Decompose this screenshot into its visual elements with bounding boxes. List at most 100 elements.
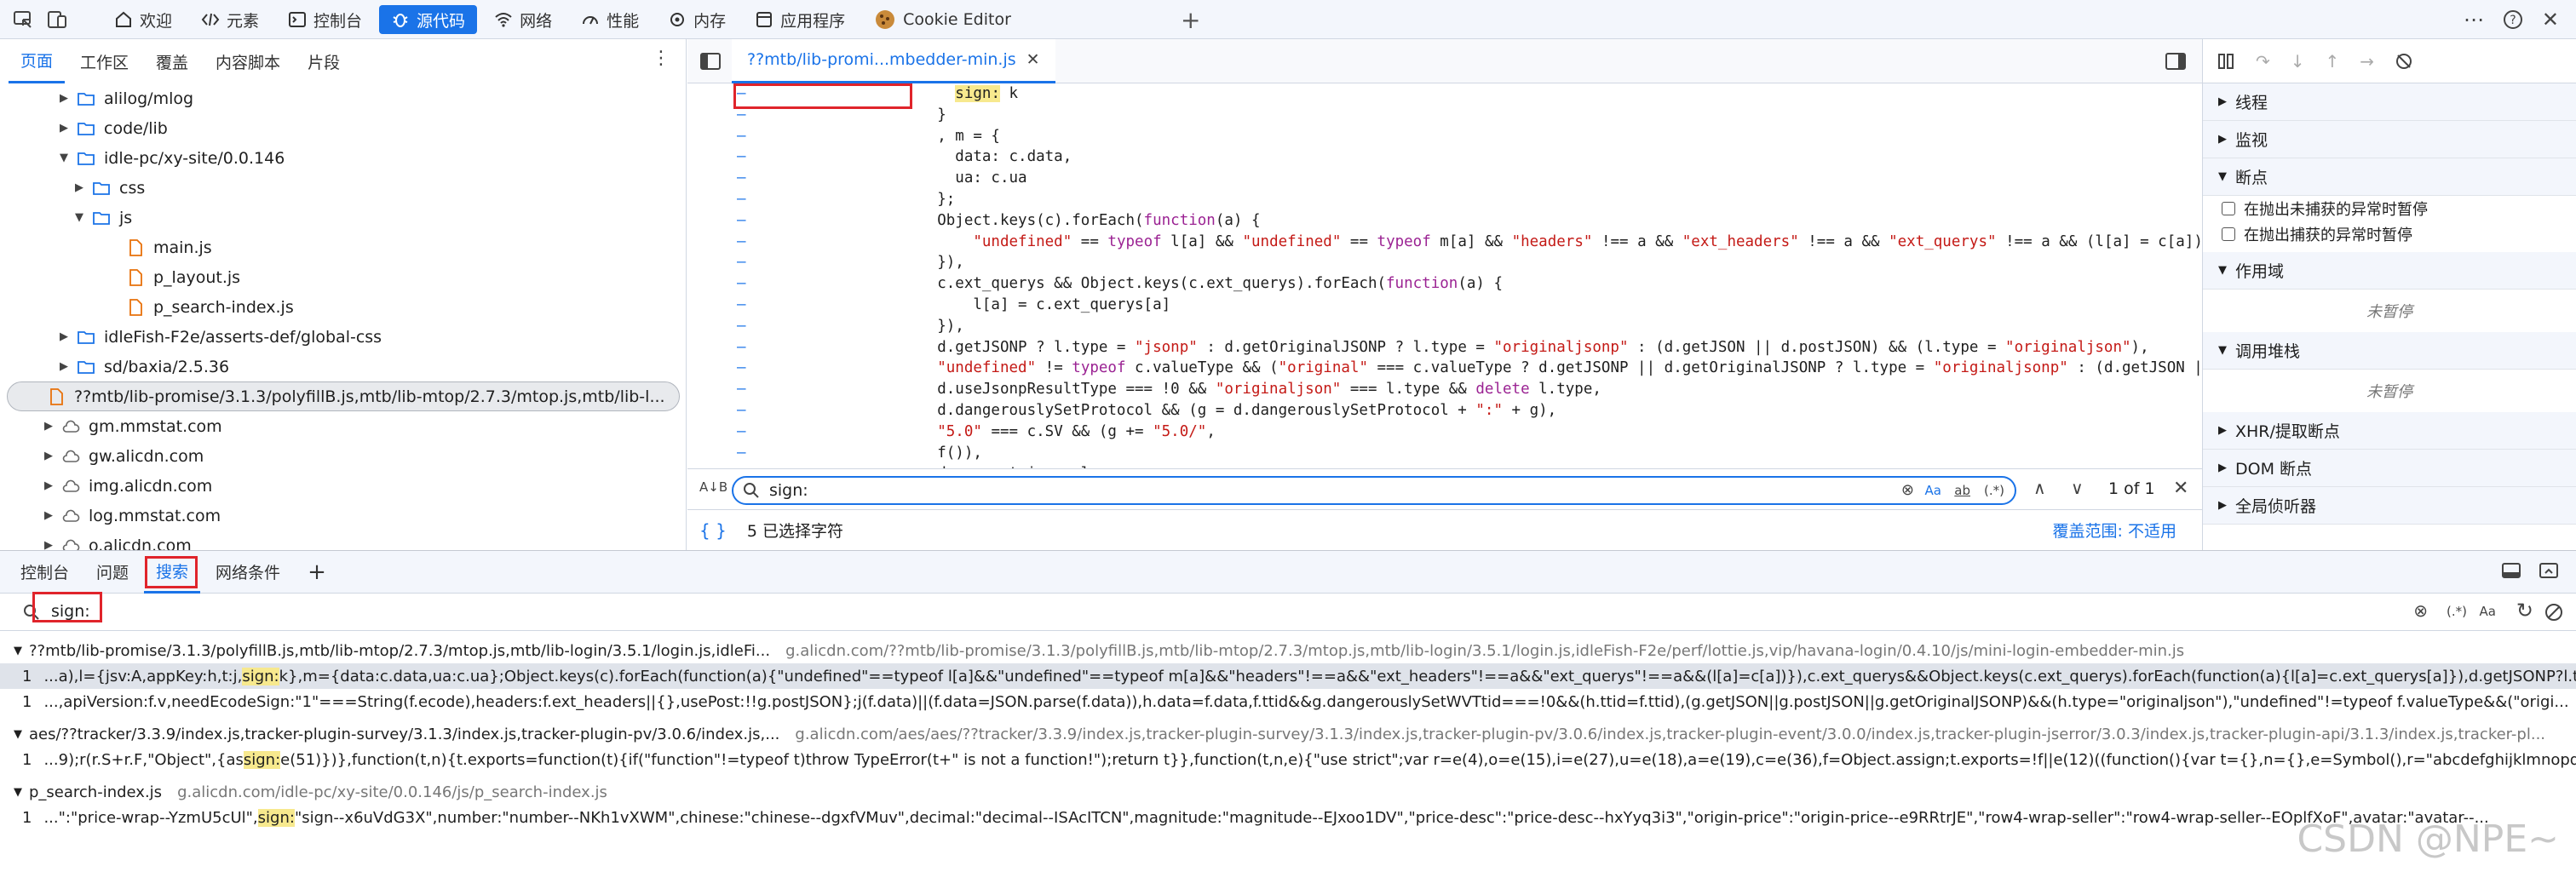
whole-word-toggle[interactable]: ab	[1954, 483, 1970, 498]
navigator-tab[interactable]: 覆盖	[144, 39, 200, 83]
pause-uncaught-row[interactable]: 在抛出未捕获的异常时暂停	[2203, 196, 2576, 221]
tree-item[interactable]: p_layout.js	[7, 262, 680, 292]
chevron-right-icon[interactable]: ▶	[56, 360, 72, 373]
match-case-toggle[interactable]: Aa	[1925, 483, 1941, 498]
close-icon[interactable]: ✕	[2542, 8, 2559, 32]
tab-code-tag[interactable]: 元素	[189, 0, 271, 39]
result-line[interactable]: 1 ...":"price-wrap--YzmU5cUl", sign: "sign-…	[0, 805, 2576, 830]
refresh-icon[interactable]: ↻	[2516, 599, 2533, 622]
help-icon[interactable]: ?	[2503, 9, 2523, 30]
navigator-tab[interactable]: 片段	[296, 39, 352, 83]
close-drawer-icon[interactable]	[2539, 561, 2559, 580]
coverage-status[interactable]: 覆盖范围: 不适用	[2053, 519, 2176, 542]
toggle-debugger-icon[interactable]	[2165, 52, 2187, 71]
result-file-header[interactable]: ▼ aes/??tracker/3.3.9/index.js,tracker-pl…	[0, 721, 2576, 747]
code-view[interactable]: – sign: k – } – , m = {– data: c.data, – ua…	[687, 83, 2202, 509]
callstack-section[interactable]: ▼ 调用堆栈	[2203, 332, 2576, 370]
file-tab-close-icon[interactable]: ✕	[1026, 50, 1040, 69]
navigator-tab[interactable]: 页面	[9, 39, 66, 83]
result-line[interactable]: 1 ...,apiVersion:f.v,needEcodeSign:"1"===…	[0, 689, 2576, 714]
global-listeners-section[interactable]: ▶ 全局侦听器	[2203, 487, 2576, 525]
find-query[interactable]: sign:	[769, 481, 808, 500]
tree-item[interactable]: main.js	[7, 232, 680, 262]
drawer-tab[interactable]: 控制台	[9, 551, 81, 594]
chevron-right-icon[interactable]: ▶	[56, 92, 72, 105]
tree-item[interactable]: ▶ css	[7, 173, 680, 203]
navigator-tab[interactable]: 内容脚本	[204, 39, 292, 83]
find-next-icon[interactable]: ∨	[2071, 478, 2084, 498]
tree-item[interactable]: ▶ log.mmstat.com	[7, 501, 680, 531]
replace-toggle-icon[interactable]: A↓B	[699, 479, 727, 495]
tree-item[interactable]: ▶ gm.mmstat.com	[7, 411, 680, 441]
result-line[interactable]: 1 ...9);r(r.S+r.F,"Object",{as sign: e(51)}…	[0, 747, 2576, 772]
dom-breakpoints-section[interactable]: ▶ DOM 断点	[2203, 450, 2576, 487]
tab-memory[interactable]: 内存	[656, 0, 738, 39]
debugger-section[interactable]: ▶ 监视	[2203, 121, 2576, 158]
chevron-right-icon[interactable]: ▶	[41, 479, 56, 492]
tab-console[interactable]: 控制台	[276, 0, 374, 39]
file-tab[interactable]: ??mtb/lib-promi...mbedder-min.js ✕	[732, 39, 1055, 83]
drawer-tab[interactable]: 问题	[84, 551, 141, 594]
step-out-icon[interactable]: ↑	[2326, 51, 2340, 72]
clear-results-icon[interactable]	[2544, 602, 2564, 622]
pause-icon[interactable]	[2217, 52, 2235, 71]
tab-gauge[interactable]: 性能	[569, 0, 651, 39]
tree-item[interactable]: ▼ js	[7, 203, 680, 232]
tree-item[interactable]: ▶ img.alicdn.com	[7, 471, 680, 501]
navigator-more-icon[interactable]: ⋮	[652, 48, 670, 69]
tree-item[interactable]: ▶ idleFish-F2e/asserts-def/global-css	[7, 322, 680, 352]
result-file-header[interactable]: ▼ p_search-index.js g.alicdn.com/idle-pc/x…	[0, 779, 2576, 805]
dock-icon[interactable]	[2501, 561, 2521, 580]
navigator-tab[interactable]: 工作区	[68, 39, 141, 83]
deactivate-breakpoints-icon[interactable]	[2395, 52, 2413, 71]
tab-home[interactable]: 欢迎	[102, 0, 184, 39]
xhr-breakpoints-section[interactable]: ▶ XHR/提取断点	[2203, 412, 2576, 450]
inspect-element-icon[interactable]	[12, 9, 34, 31]
pretty-print-icon[interactable]: { }	[699, 520, 727, 541]
find-close-icon[interactable]: ✕	[2173, 478, 2188, 499]
checkbox[interactable]	[2222, 202, 2235, 215]
search-regex-toggle[interactable]: (.*)	[2447, 604, 2467, 619]
chevron-right-icon[interactable]: ▶	[56, 330, 72, 343]
tree-item[interactable]: ??mtb/lib-promise/3.1.3/polyfillB.js,mtb…	[7, 381, 680, 411]
tab-bug[interactable]: 源代码	[379, 5, 478, 34]
regex-toggle[interactable]: (.*)	[1984, 483, 2004, 498]
chevron-right-icon[interactable]: ▶	[41, 420, 56, 433]
find-clear-icon[interactable]: ⊗	[1901, 481, 1914, 499]
result-line[interactable]: 1 ...a),l={jsv:A,appKey:h,t:j, sign: k},m={…	[0, 663, 2576, 689]
tree-item[interactable]: ▶ alilog/mlog	[7, 83, 680, 113]
find-prev-icon[interactable]: ∧	[2033, 478, 2046, 498]
tree-item[interactable]: ▼ idle-pc/xy-site/0.0.146	[7, 143, 680, 173]
tree-item[interactable]: ▶ code/lib	[7, 113, 680, 143]
add-drawer-tab-button[interactable]: +	[296, 551, 338, 594]
tab-wifi[interactable]: 网络	[482, 0, 564, 39]
tab-cookie[interactable]: Cookie Editor	[862, 0, 1023, 39]
more-icon[interactable]: ⋯	[2464, 8, 2484, 32]
tree-item[interactable]: p_search-index.js	[7, 292, 680, 322]
chevron-down-icon[interactable]: ▼	[56, 152, 72, 164]
debugger-section[interactable]: ▶ 线程	[2203, 83, 2576, 121]
result-file-header[interactable]: ▼ ??mtb/lib-promise/3.1.3/polyfillB.js,mt…	[0, 638, 2576, 663]
tree-item[interactable]: ▶ sd/baxia/2.5.36	[7, 352, 680, 381]
chevron-right-icon[interactable]: ▶	[41, 450, 56, 462]
drawer-tab[interactable]: 网络条件	[204, 551, 292, 594]
search-case-toggle[interactable]: Aa	[2480, 604, 2496, 619]
search-clear-icon[interactable]: ⊗	[2413, 600, 2428, 621]
chevron-right-icon[interactable]: ▶	[56, 122, 72, 135]
add-tab-button[interactable]: +	[1181, 6, 1200, 34]
chevron-right-icon[interactable]: ▶	[72, 181, 87, 194]
chevron-right-icon[interactable]: ▶	[41, 509, 56, 522]
step-icon[interactable]: →	[2360, 51, 2374, 72]
step-into-icon[interactable]: ↓	[2291, 51, 2305, 72]
step-over-icon[interactable]: ↷	[2256, 51, 2270, 72]
device-toggle-icon[interactable]	[46, 9, 68, 31]
checkbox[interactable]	[2222, 227, 2235, 241]
chevron-right-icon[interactable]: ▶	[41, 539, 56, 550]
scope-section[interactable]: ▼ 作用域	[2203, 252, 2576, 290]
toggle-navigator-icon[interactable]	[699, 52, 722, 71]
pause-caught-row[interactable]: 在抛出捕获的异常时暂停	[2203, 221, 2576, 247]
find-input-box[interactable]: sign: ⊗ Aa ab (.*)	[732, 476, 2016, 505]
tree-item[interactable]: ▶ gw.alicdn.com	[7, 441, 680, 471]
tree-item[interactable]: ▶ o.alicdn.com	[7, 531, 680, 550]
chevron-down-icon[interactable]: ▼	[72, 211, 87, 224]
